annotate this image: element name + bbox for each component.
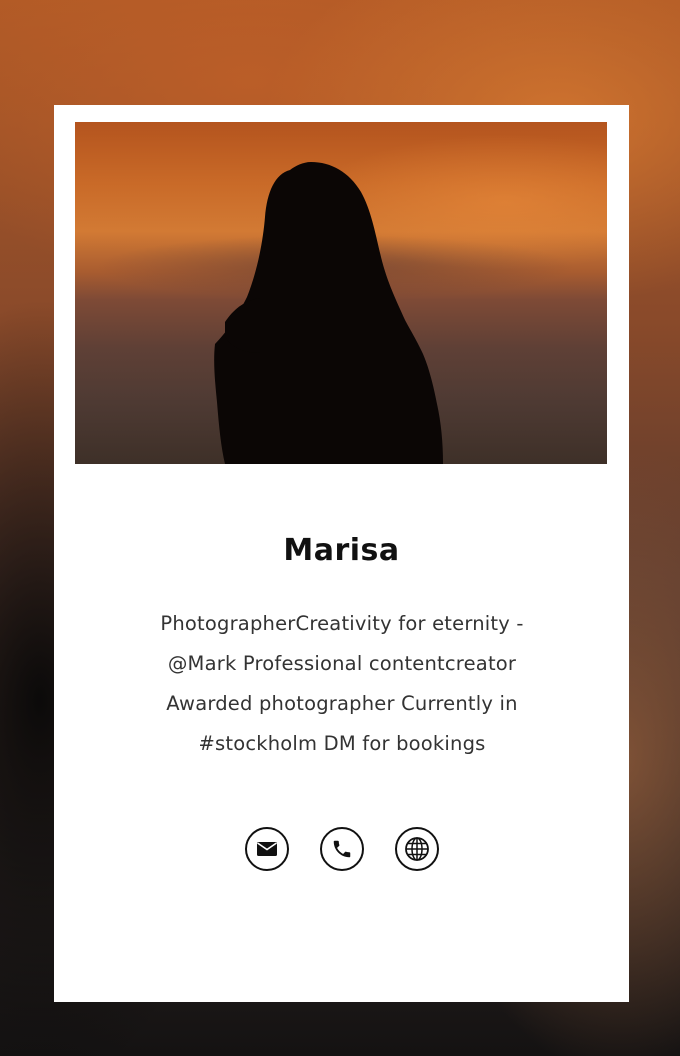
silhouette bbox=[214, 162, 443, 464]
website-button[interactable] bbox=[394, 827, 439, 871]
email-button[interactable] bbox=[244, 827, 289, 871]
profile-card: Marisa PhotographerCreativity for eterni… bbox=[54, 105, 629, 1002]
envelope-icon bbox=[256, 842, 277, 856]
profile-photo bbox=[75, 122, 607, 464]
profile-bio: PhotographerCreativity for eternity - @M… bbox=[160, 612, 524, 755]
globe-icon bbox=[404, 837, 429, 861]
phone-button[interactable] bbox=[319, 827, 364, 871]
contact-icons bbox=[54, 827, 629, 871]
phone-icon bbox=[333, 840, 350, 858]
profile-name: Marisa bbox=[283, 533, 400, 568]
